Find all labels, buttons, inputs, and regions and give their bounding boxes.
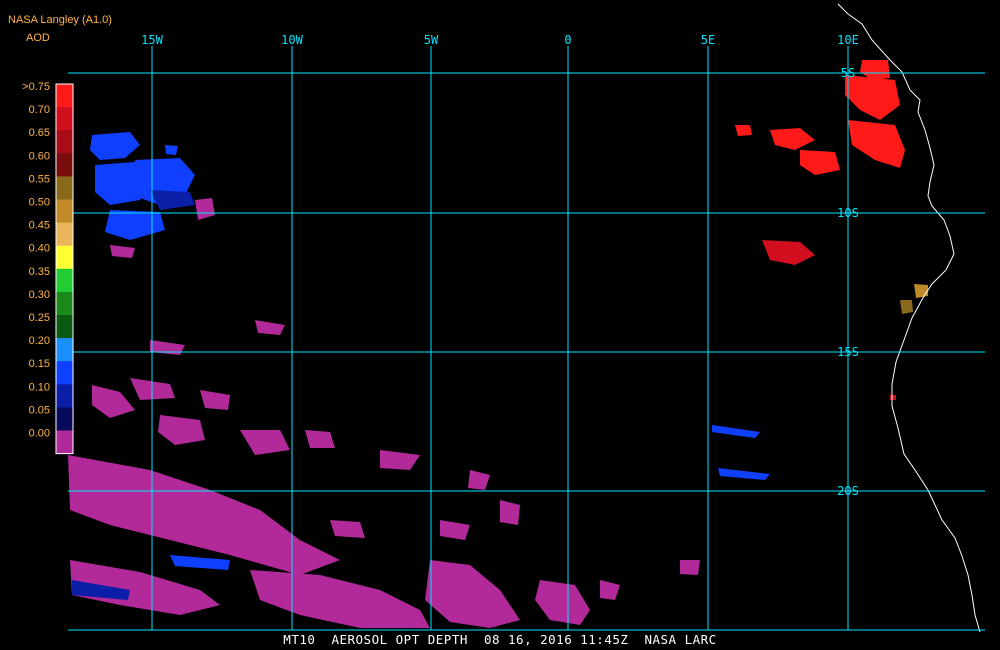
latitude-label: 10S bbox=[837, 206, 859, 220]
longitude-label: 5E bbox=[701, 33, 715, 47]
legend-label: 0.50 bbox=[29, 197, 50, 209]
longitude-label: 5W bbox=[424, 33, 439, 47]
latitude-label: 15S bbox=[837, 345, 859, 359]
legend-label: 0.10 bbox=[29, 381, 50, 393]
legend-swatch bbox=[56, 315, 73, 339]
longitude-label: 15W bbox=[141, 33, 163, 47]
legend-label: >0.75 bbox=[22, 81, 50, 93]
legend-label: 0.45 bbox=[29, 220, 50, 232]
latitude-label: 5S bbox=[841, 66, 855, 80]
legend-swatch bbox=[56, 199, 73, 224]
legend-label: 0.05 bbox=[29, 404, 50, 416]
legend-swatch bbox=[56, 153, 73, 177]
longitude-label: 10E bbox=[837, 33, 859, 47]
longitude-label: 0 bbox=[564, 33, 571, 47]
latitude-label: 20S bbox=[837, 484, 859, 498]
legend-label: 0.30 bbox=[29, 289, 50, 301]
legend-label: 0.00 bbox=[29, 428, 50, 440]
legend-label: 0.60 bbox=[29, 150, 50, 162]
product-label: AOD bbox=[26, 32, 50, 44]
legend-label: 0.70 bbox=[29, 104, 50, 116]
legend-label: 0.40 bbox=[29, 243, 50, 255]
legend-swatch bbox=[56, 107, 73, 131]
aerosol-map: 15W 10W 5W 0 5E 10E 5S 10S 15S 20S >0.75 0.70 0.65 0… bbox=[22, 3, 985, 633]
aod-legend: >0.75 0.70 0.65 0.60 0.55 0.50 0.45 0.40 0.35 0.3… bbox=[22, 81, 74, 455]
legend-label: 0.55 bbox=[29, 173, 50, 185]
longitude-label: 10W bbox=[281, 33, 303, 47]
legend-swatch bbox=[56, 222, 73, 247]
legend-label: 0.25 bbox=[29, 312, 50, 324]
legend-swatch bbox=[56, 130, 73, 154]
legend-swatch bbox=[56, 84, 73, 108]
legend-swatch bbox=[56, 268, 73, 293]
legend-label: 0.15 bbox=[29, 358, 50, 370]
aerosol-field bbox=[68, 60, 928, 628]
grid-labels: 15W 10W 5W 0 5E 10E 5S 10S 15S 20S bbox=[141, 33, 859, 498]
legend-label: 0.65 bbox=[29, 127, 50, 139]
legend-label: 0.35 bbox=[29, 266, 50, 278]
legend-swatch bbox=[56, 245, 73, 270]
legend-swatch bbox=[56, 338, 73, 362]
provider-label: NASA Langley (A1.0) bbox=[8, 14, 112, 26]
legend-swatch bbox=[56, 384, 73, 408]
legend-swatch bbox=[56, 176, 73, 200]
legend-swatch bbox=[56, 407, 73, 431]
legend-swatch bbox=[56, 430, 73, 455]
legend-label: 0.20 bbox=[29, 335, 50, 347]
image-caption: MT10 AEROSOL OPT DEPTH 08 16, 2016 11:45… bbox=[283, 632, 717, 647]
legend-swatch bbox=[56, 291, 73, 316]
legend-swatch bbox=[56, 361, 73, 385]
